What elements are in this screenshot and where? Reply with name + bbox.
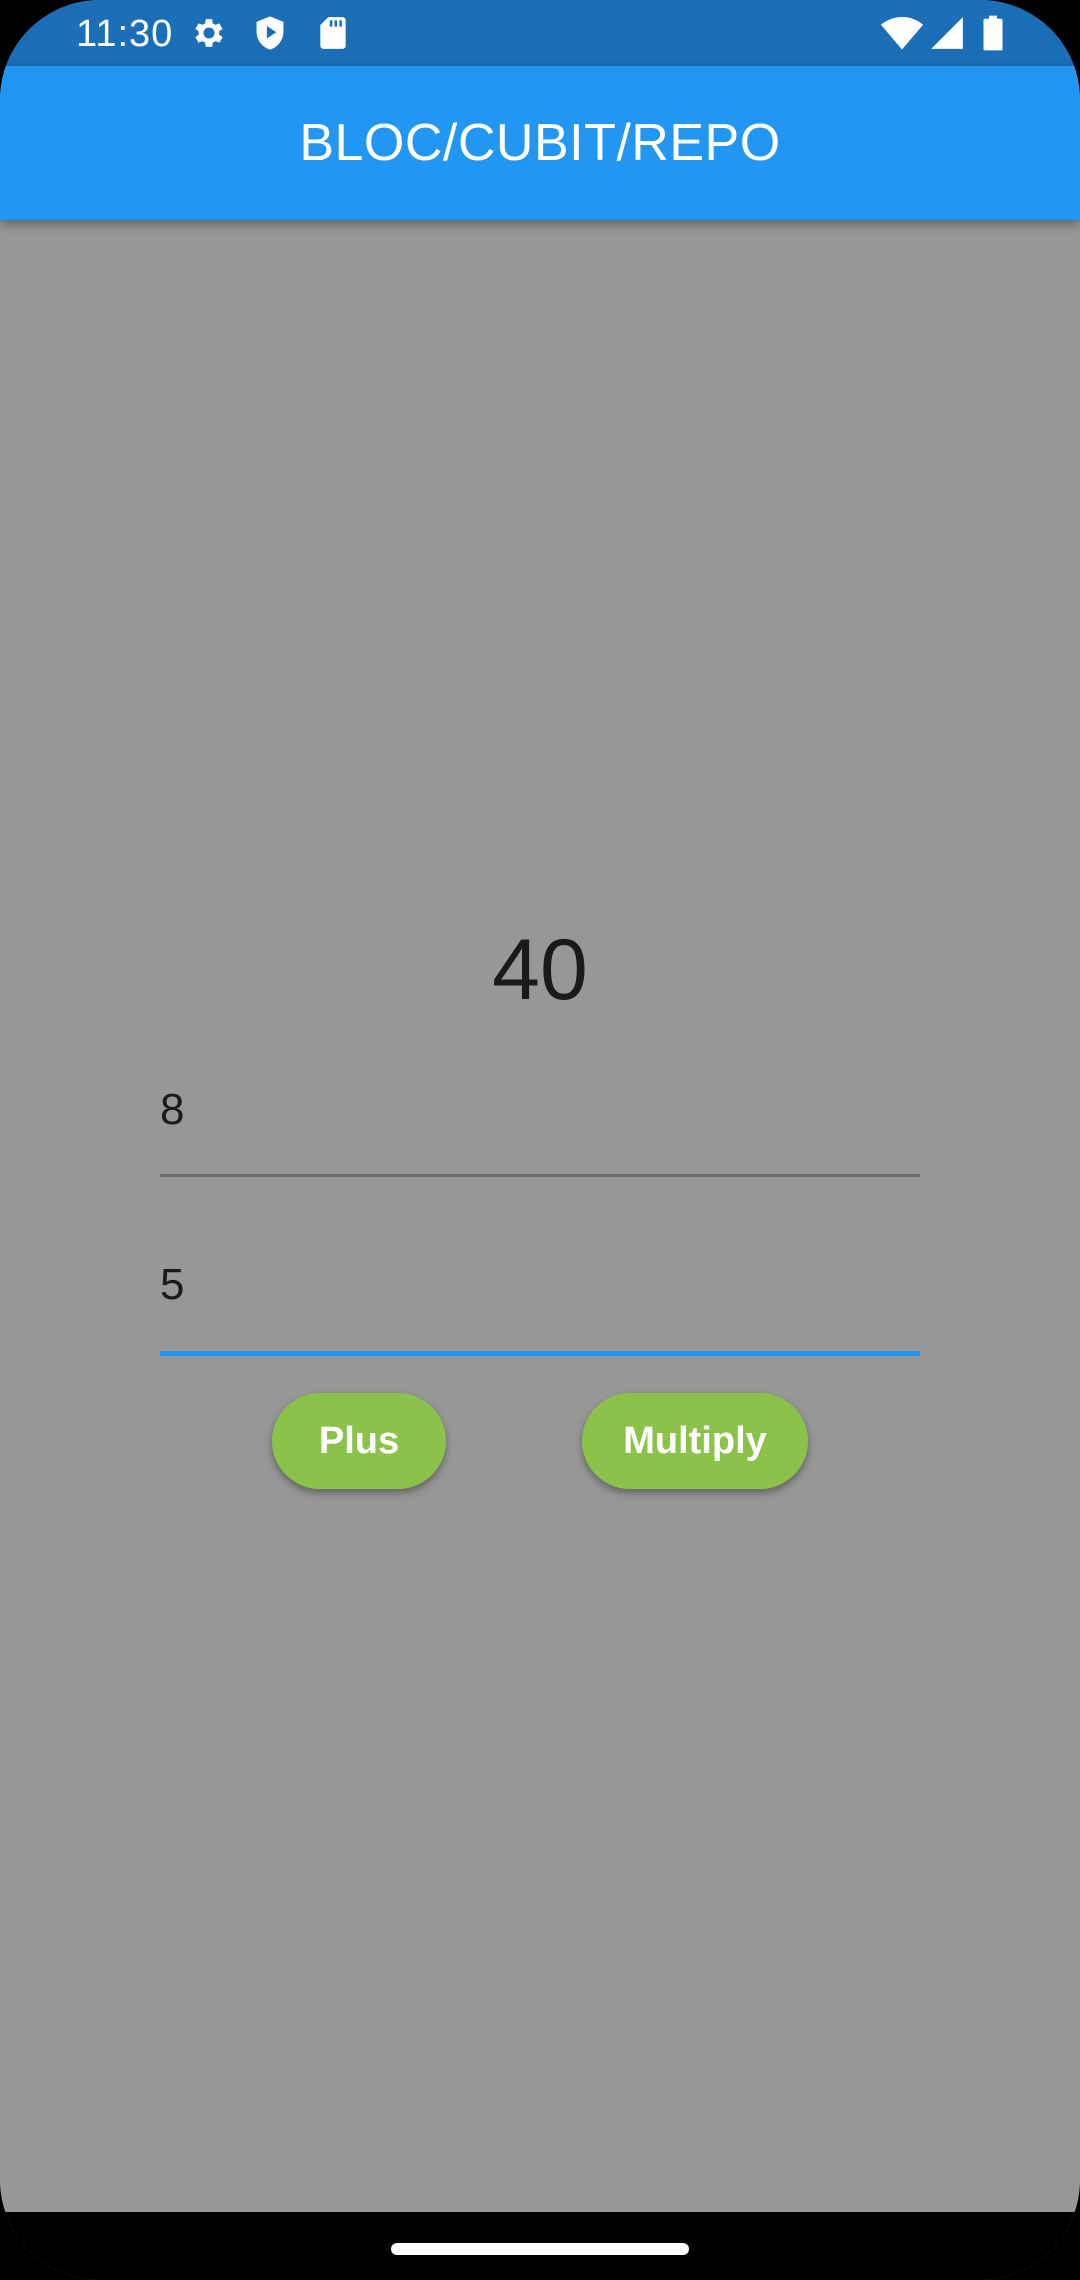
cell-signal-icon — [928, 14, 966, 52]
result-value: 40 — [492, 922, 588, 1018]
first-number-input[interactable] — [160, 1080, 920, 1140]
second-number-input[interactable] — [160, 1255, 920, 1315]
wifi-icon — [880, 14, 924, 52]
app-bar: BLOC/CUBIT/REPO — [0, 66, 1080, 220]
battery-icon — [980, 14, 1006, 52]
main-content: 40 Plus Multiply — [0, 220, 1080, 2212]
phone-screen: 11:30 BLOC/CUBIT/REPO 40 8 5 Plus Multip… — [0, 0, 1080, 2280]
multiply-button[interactable]: Multiply — [582, 1393, 808, 1489]
first-number-field — [160, 1080, 920, 1177]
app-title: BLOC/CUBIT/REPO — [299, 114, 781, 172]
second-number-underline — [160, 1351, 920, 1356]
first-number-underline — [160, 1174, 920, 1177]
sd-card-icon — [314, 14, 352, 52]
gear-icon — [190, 14, 228, 52]
navigation-bar — [0, 2212, 1080, 2280]
second-number-field — [160, 1255, 920, 1356]
plus-button[interactable]: Plus — [272, 1393, 446, 1489]
home-indicator[interactable] — [391, 2243, 689, 2255]
status-time: 11:30 — [76, 13, 174, 55]
shield-play-icon — [251, 14, 289, 52]
status-bar: 11:30 — [0, 0, 1080, 66]
